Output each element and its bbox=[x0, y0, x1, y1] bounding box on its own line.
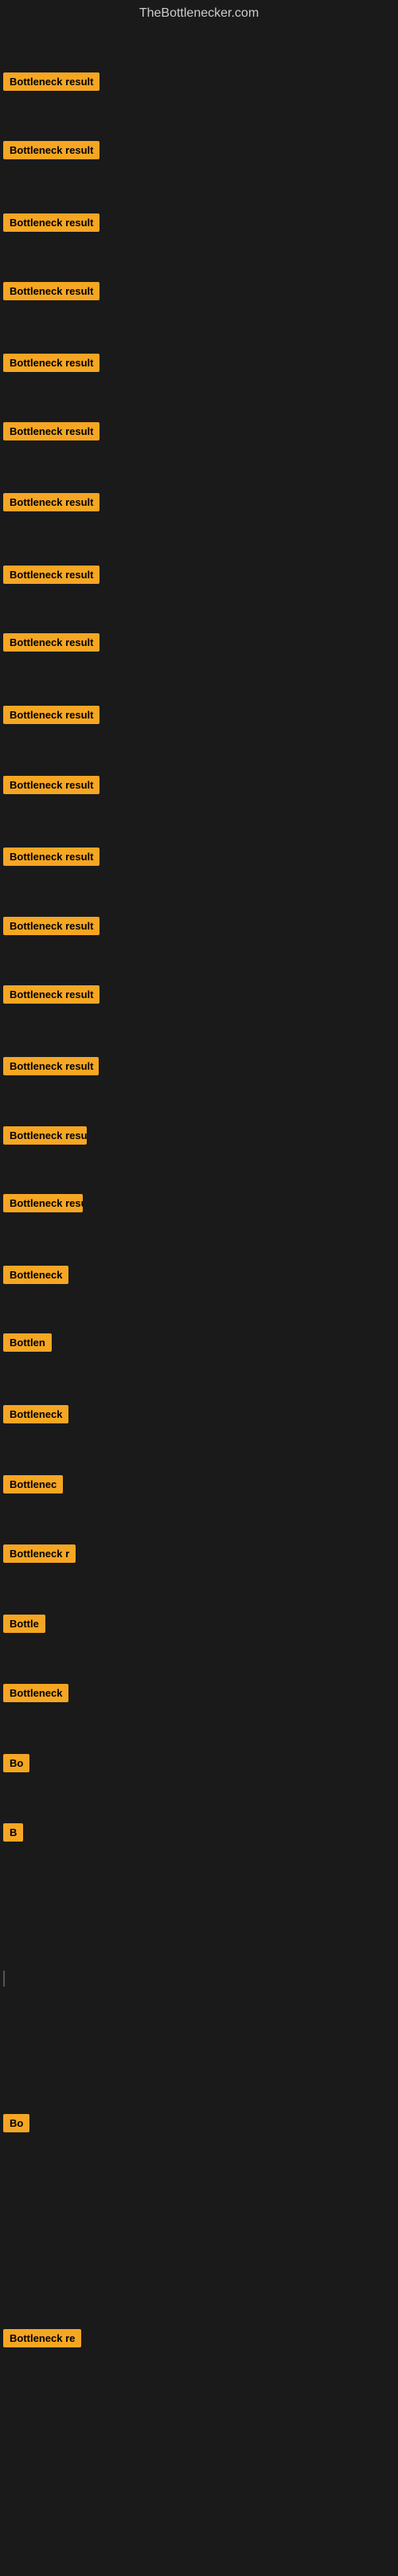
bottleneck-item: Bottleneck bbox=[3, 1266, 68, 1284]
bottleneck-badge: Bottleneck result bbox=[3, 848, 100, 866]
bottleneck-item: Bottleneck result bbox=[3, 213, 100, 232]
bottleneck-badge: Bo bbox=[3, 1754, 29, 1772]
bottleneck-item: Bo bbox=[3, 1754, 29, 1772]
site-header: TheBottlenecker.com bbox=[0, 0, 398, 27]
bottleneck-badge: Bottleneck result bbox=[3, 917, 100, 935]
bottleneck-item: Bottleneck result bbox=[3, 776, 100, 794]
bottleneck-item: Bottleneck result bbox=[3, 1057, 99, 1075]
bottleneck-badge: Bottleneck result bbox=[3, 282, 100, 300]
bottleneck-item: Bottleneck bbox=[3, 1684, 68, 1702]
bottleneck-badge: Bottleneck result bbox=[3, 1057, 99, 1075]
bottleneck-badge: Bottleneck resu bbox=[3, 1194, 83, 1212]
bottleneck-item: Bottlenec bbox=[3, 1475, 63, 1494]
bottleneck-item: Bottleneck result bbox=[3, 633, 100, 652]
bottleneck-badge: Bottleneck result bbox=[3, 985, 100, 1004]
bottleneck-item: Bottlen bbox=[3, 1333, 52, 1352]
bottleneck-item: Bottleneck result bbox=[3, 282, 100, 300]
bottleneck-item: Bottleneck r bbox=[3, 1544, 76, 1563]
bottleneck-item: Bottleneck bbox=[3, 1405, 68, 1423]
bottleneck-item: Bottleneck resu bbox=[3, 1194, 83, 1212]
bottleneck-item: Bottleneck result bbox=[3, 706, 100, 724]
bottleneck-badge: Bottleneck result bbox=[3, 706, 100, 724]
bottleneck-badge: Bottleneck result bbox=[3, 493, 100, 511]
bottleneck-item: Bottleneck result bbox=[3, 354, 100, 372]
bottleneck-badge: Bottleneck result bbox=[3, 354, 100, 372]
bottleneck-badge: Bottleneck bbox=[3, 1266, 68, 1284]
bottleneck-badge: Bo bbox=[3, 2114, 29, 2132]
bottleneck-badge: Bottleneck re bbox=[3, 2329, 81, 2347]
bottleneck-item bbox=[3, 1971, 5, 1987]
bottleneck-item: B bbox=[3, 1823, 23, 1842]
bottleneck-badge: B bbox=[3, 1823, 23, 1842]
bottleneck-badge: Bottleneck result bbox=[3, 422, 100, 440]
bottleneck-item: Bottle bbox=[3, 1615, 45, 1633]
site-title: TheBottlenecker.com bbox=[0, 0, 398, 27]
bottleneck-item: Bottleneck result bbox=[3, 848, 100, 866]
items-container: Bottleneck result Bottleneck result Bottle… bbox=[0, 27, 398, 2576]
bottleneck-item: Bottleneck result bbox=[3, 566, 100, 584]
bottleneck-item: Bo bbox=[3, 2114, 29, 2132]
bottleneck-item: Bottleneck result bbox=[3, 1126, 87, 1145]
bottleneck-item: Bottleneck result bbox=[3, 422, 100, 440]
bottleneck-badge: Bottlenec bbox=[3, 1475, 63, 1494]
bottleneck-badge: Bottleneck bbox=[3, 1405, 68, 1423]
bottleneck-item: Bottleneck re bbox=[3, 2329, 81, 2347]
bottleneck-badge: Bottlen bbox=[3, 1333, 52, 1352]
bottleneck-item: Bottleneck result bbox=[3, 141, 100, 159]
bottleneck-badge: Bottleneck result bbox=[3, 213, 100, 232]
bottleneck-item: Bottleneck result bbox=[3, 917, 100, 935]
bottleneck-badge: Bottleneck r bbox=[3, 1544, 76, 1563]
bottleneck-badge: Bottleneck bbox=[3, 1684, 68, 1702]
bottleneck-badge: Bottle bbox=[3, 1615, 45, 1633]
bottleneck-badge: Bottleneck result bbox=[3, 1126, 87, 1145]
bottleneck-badge: Bottleneck result bbox=[3, 776, 100, 794]
bottleneck-badge: Bottleneck result bbox=[3, 566, 100, 584]
bottleneck-badge: Bottleneck result bbox=[3, 141, 100, 159]
bottleneck-item: Bottleneck result bbox=[3, 493, 100, 511]
bottleneck-item: Bottleneck result bbox=[3, 72, 100, 91]
bottleneck-badge: Bottleneck result bbox=[3, 633, 100, 652]
bottleneck-badge: Bottleneck result bbox=[3, 72, 100, 91]
bottleneck-item: Bottleneck result bbox=[3, 985, 100, 1004]
